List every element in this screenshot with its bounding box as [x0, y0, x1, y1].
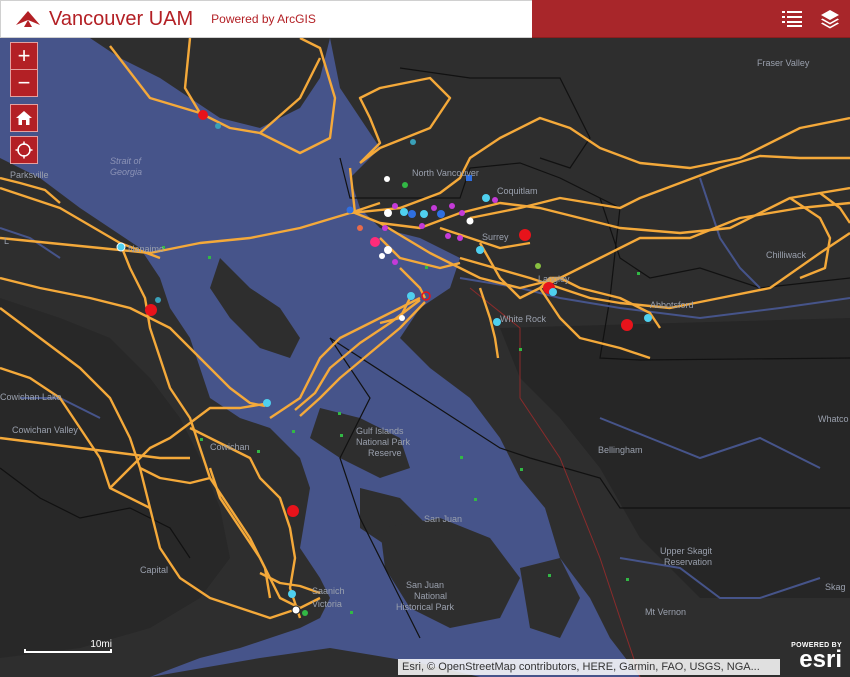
home-icon: [16, 111, 32, 125]
station-marker[interactable]: [357, 225, 363, 231]
station-marker[interactable]: [407, 292, 415, 300]
station-marker[interactable]: [420, 210, 428, 218]
park-label: Historical Park: [396, 602, 455, 612]
station-marker[interactable]: [549, 288, 557, 296]
station-marker[interactable]: [644, 314, 652, 322]
station-marker[interactable]: [437, 210, 445, 218]
station-marker[interactable]: [379, 253, 385, 259]
station-marker[interactable]: [346, 206, 354, 214]
station-marker[interactable]: [402, 182, 408, 188]
place-label: White Rock: [500, 314, 547, 324]
station-marker[interactable]: [384, 209, 392, 217]
station-marker[interactable]: [291, 605, 301, 615]
station-marker[interactable]: [116, 242, 126, 252]
station-marker[interactable]: [302, 610, 308, 616]
map-attribution[interactable]: Esri, © OpenStreetMap contributors, HERE…: [398, 659, 780, 675]
place-label: Bellingham: [598, 445, 643, 455]
park-label: San Juan: [406, 580, 444, 590]
zoom-out-button[interactable]: −: [10, 69, 38, 97]
app-title: Vancouver UAM: [49, 7, 194, 30]
station-marker[interactable]: [400, 208, 408, 216]
place-label: Reservation: [664, 557, 712, 567]
place-label: Langley: [538, 274, 570, 284]
place-label: Saanich: [312, 586, 345, 596]
vertiport-marker[interactable]: [519, 229, 531, 241]
place-label: Capital: [140, 565, 168, 575]
water-label: Strait of: [110, 156, 143, 166]
place-label: Parksville: [10, 170, 49, 180]
scale-bar: 10mi: [24, 639, 112, 653]
scale-label: 10mi: [90, 639, 112, 650]
station-marker[interactable]: [445, 233, 451, 239]
station-marker[interactable]: [392, 203, 398, 209]
home-button[interactable]: [10, 104, 38, 132]
crosshair-icon: [15, 141, 33, 159]
aircraft-logo-icon: [15, 8, 41, 30]
place-label: L: [4, 236, 9, 246]
place-label: Whatco: [818, 414, 849, 424]
app-header: Vancouver UAM Powered by ArcGIS: [0, 0, 850, 38]
place-label: Nanaimo: [128, 244, 164, 254]
station-marker[interactable]: [476, 246, 484, 254]
place-label: Cowichan Valley: [12, 425, 78, 435]
place-label: Chilliwack: [766, 250, 807, 260]
station-marker[interactable]: [466, 217, 474, 225]
place-label: Skag: [825, 582, 846, 592]
water-label: Georgia: [110, 167, 142, 177]
place-label: North Vancouver: [412, 168, 479, 178]
park-label: National: [414, 591, 447, 601]
park-label: Reserve: [368, 448, 402, 458]
zoom-in-button[interactable]: +: [10, 42, 38, 70]
station-marker[interactable]: [288, 590, 296, 598]
station-marker[interactable]: [449, 203, 455, 209]
park-label: National Park: [356, 437, 411, 447]
station-marker[interactable]: [370, 237, 380, 247]
place-label: Victoria: [312, 599, 342, 609]
station-marker[interactable]: [382, 225, 388, 231]
layers-button[interactable]: [818, 7, 842, 31]
place-label: Abbotsford: [650, 300, 694, 310]
place-label: Upper Skagit: [660, 546, 713, 556]
esri-logo: POWERED BY esri: [786, 642, 842, 674]
station-marker[interactable]: [457, 235, 463, 241]
layers-icon: [821, 9, 839, 28]
place-label: Fraser Valley: [757, 58, 810, 68]
station-marker[interactable]: [410, 139, 416, 145]
header-title-area: Vancouver UAM Powered by ArcGIS: [0, 0, 532, 38]
place-label: Cowichan: [210, 442, 250, 452]
vertiport-marker[interactable]: [621, 319, 633, 331]
station-marker[interactable]: [399, 315, 405, 321]
place-label: Mt Vernon: [645, 607, 686, 617]
powered-by-text: Powered by ArcGIS: [211, 12, 316, 26]
station-marker[interactable]: [408, 210, 416, 218]
station-marker[interactable]: [384, 176, 390, 182]
place-label: Coquitlam: [497, 186, 538, 196]
place-label: San Juan: [424, 514, 462, 524]
station-marker[interactable]: [263, 399, 271, 407]
station-marker[interactable]: [384, 246, 392, 254]
vertiport-marker[interactable]: [287, 505, 299, 517]
station-marker[interactable]: [155, 297, 161, 303]
basemap[interactable]: Fraser Valley Strait of Georgia Parksvil…: [0, 38, 850, 677]
header-toolbar: [532, 0, 850, 37]
place-label: Cowichan Lake: [0, 392, 62, 402]
legend-list-icon: [782, 10, 802, 27]
place-label: Surrey: [482, 232, 509, 242]
map-app: Vancouver UAM Powered by ArcGIS Fraser V…: [0, 0, 850, 677]
station-marker[interactable]: [535, 263, 541, 269]
legend-button[interactable]: [780, 7, 804, 31]
locate-button[interactable]: [10, 136, 38, 164]
vertiport-marker[interactable]: [198, 110, 208, 120]
station-marker[interactable]: [492, 197, 498, 203]
station-marker[interactable]: [431, 205, 437, 211]
station-marker[interactable]: [392, 259, 398, 265]
vertiport-marker[interactable]: [145, 304, 157, 316]
station-marker[interactable]: [419, 223, 425, 229]
station-marker[interactable]: [459, 210, 465, 216]
station-marker[interactable]: [215, 123, 221, 129]
park-label: Gulf Islands: [356, 426, 404, 436]
station-marker[interactable]: [482, 194, 490, 202]
map-view[interactable]: Fraser Valley Strait of Georgia Parksvil…: [0, 38, 850, 677]
esri-wordmark: esri: [799, 646, 842, 673]
